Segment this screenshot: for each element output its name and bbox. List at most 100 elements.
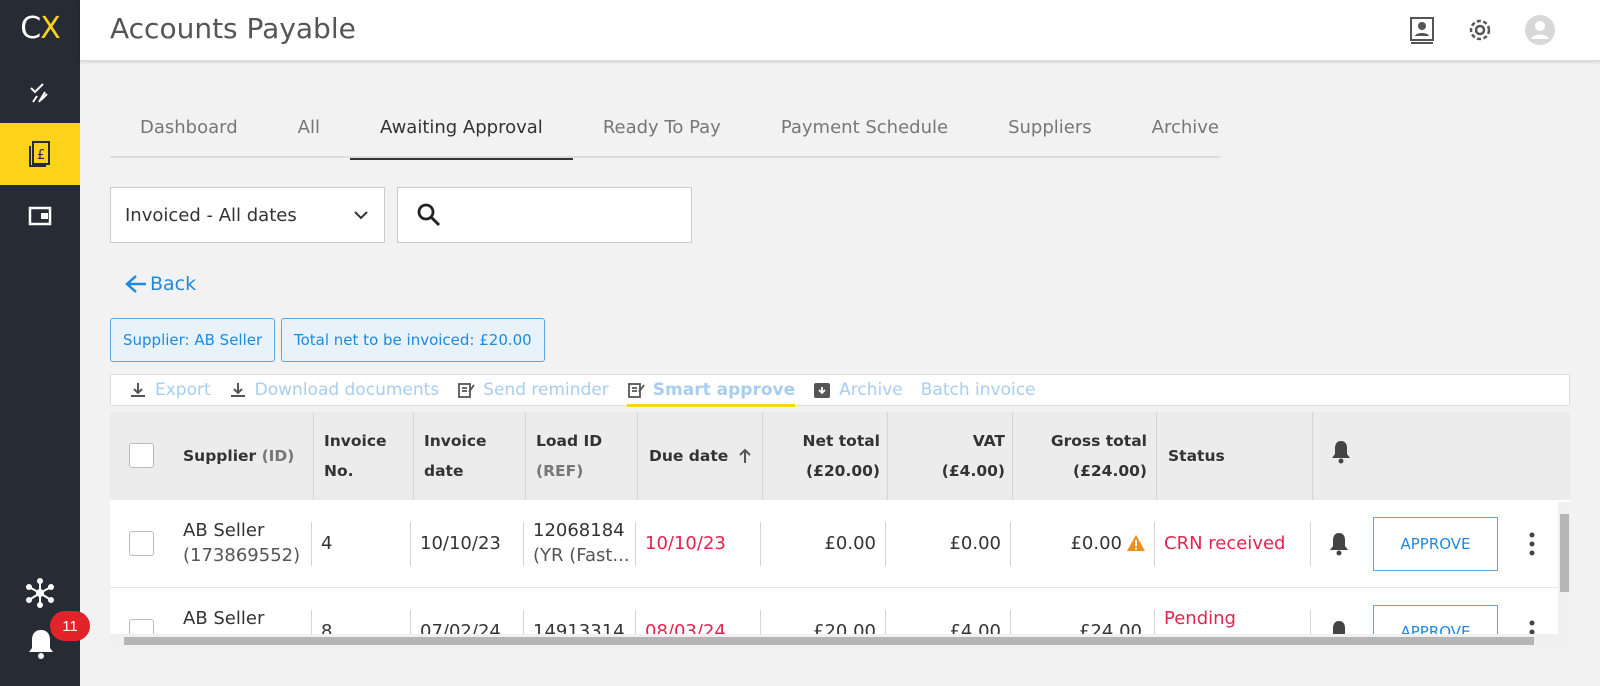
tab-archive[interactable]: Archive (1122, 104, 1249, 158)
tab-suppliers[interactable]: Suppliers (978, 104, 1122, 158)
vertical-scroll-thumb[interactable] (1560, 514, 1569, 592)
user-avatar-button[interactable] (1524, 12, 1556, 48)
date-filter-dropdown[interactable]: Invoiced - All dates (110, 187, 385, 243)
column-status[interactable]: Status (1168, 412, 1288, 500)
nav-tasks[interactable] (0, 62, 80, 124)
download-documents-button[interactable]: Download documents (229, 375, 440, 405)
edit-note-icon (458, 383, 475, 398)
column-net-total[interactable]: Net total (£20.00) (760, 412, 880, 500)
search-input[interactable] (458, 200, 678, 230)
cell-divider (410, 522, 411, 566)
search-icon (417, 203, 441, 227)
cell-divider (523, 522, 524, 566)
supplier-name: AB Seller (183, 520, 265, 541)
action-toolbar: Export Download documents Send reminder … (110, 374, 1570, 407)
table-header: Supplier (ID) Invoice No. Invoice date Loa… (110, 412, 1570, 500)
column-gross-total[interactable]: Gross total (£24.00) (1010, 412, 1147, 500)
sidebar: CX £ 11 (0, 0, 90, 686)
column-divider (525, 412, 526, 500)
table-row[interactable]: AB Seller (173869552) 4 10/10/23 1206818… (110, 500, 1560, 588)
warning-icon (1127, 535, 1145, 551)
column-due-date[interactable]: Due date (649, 412, 769, 500)
column-divider (1312, 412, 1313, 500)
top-header: Accounts Payable (80, 0, 1600, 61)
vat-amount: £0.00 (949, 533, 1001, 554)
chevron-down-icon (354, 211, 368, 220)
export-button[interactable]: Export (129, 375, 211, 405)
tab-payment-schedule[interactable]: Payment Schedule (751, 104, 978, 158)
load-id: 12068184 (533, 520, 625, 541)
invoice-pound-icon: £ (29, 141, 50, 167)
cell-divider (635, 522, 636, 566)
bell-icon[interactable] (1327, 531, 1351, 557)
load-id-header-label: Load ID (536, 432, 603, 450)
vat-header-label: VAT (972, 432, 1005, 450)
due-date-header-label: Due date (649, 447, 729, 465)
invoice-table: Supplier (ID) Invoice No. Invoice date Loa… (110, 412, 1570, 648)
row-checkbox[interactable] (129, 531, 154, 556)
nav-wallet[interactable] (0, 185, 80, 247)
gross-total-header-label: Gross total (1050, 432, 1147, 450)
supplier-id: (173869552) (183, 545, 301, 566)
more-vertical-icon[interactable] (1527, 531, 1537, 557)
load-ref-header-label: (REF) (536, 462, 584, 480)
download-documents-label: Download documents (254, 380, 440, 400)
tab-all[interactable]: All (268, 104, 350, 158)
cell-divider (760, 522, 761, 566)
column-invoice-date[interactable]: Invoice date (424, 412, 524, 500)
tab-ready-to-pay[interactable]: Ready To Pay (573, 104, 751, 158)
column-divider (413, 412, 414, 500)
select-all-checkbox[interactable] (129, 443, 154, 468)
svg-text:£: £ (37, 148, 45, 163)
contact-card-button[interactable] (1406, 12, 1438, 48)
vertical-scrollbar[interactable] (1558, 502, 1570, 634)
gross-total-sum: (£24.00) (1073, 462, 1147, 480)
send-reminder-button[interactable]: Send reminder (457, 375, 609, 405)
approve-button[interactable]: APPROVE (1373, 517, 1498, 571)
batch-invoice-button[interactable]: Batch invoice (921, 375, 1036, 405)
column-divider (762, 412, 763, 500)
invoice-no-header-line1: Invoice (324, 432, 387, 450)
notification-count-badge: 11 (50, 611, 90, 641)
network-icon (26, 578, 54, 608)
column-load-id[interactable]: Load ID (REF) (536, 412, 636, 500)
sort-arrow-up-icon (739, 448, 752, 463)
page-title: Accounts Payable (110, 12, 356, 45)
back-link[interactable]: Back (124, 270, 196, 298)
archive-box-icon (814, 383, 831, 398)
horizontal-scroll-thumb[interactable] (124, 637, 1534, 645)
wallet-icon (28, 206, 52, 226)
tab-dashboard[interactable]: Dashboard (110, 104, 268, 158)
smart-approve-button[interactable]: Smart approve (626, 374, 796, 407)
supplier-name: AB Seller (183, 608, 265, 629)
vat-sum: (£4.00) (941, 462, 1005, 480)
column-divider (1012, 412, 1013, 500)
nav-accounts-payable[interactable]: £ (0, 123, 80, 185)
cell-divider (1310, 522, 1311, 566)
logo-x: X (40, 10, 61, 46)
tab-awaiting-approval[interactable]: Awaiting Approval (349, 104, 573, 160)
smart-approve-label: Smart approve (652, 380, 796, 400)
export-label: Export (155, 380, 211, 400)
status-header-label: Status (1168, 447, 1225, 465)
arrow-left-icon (125, 275, 146, 293)
horizontal-scrollbar[interactable] (110, 634, 1570, 648)
column-invoice-no[interactable]: Invoice No. (324, 412, 414, 500)
logo-c: C (20, 10, 41, 46)
invoice-no: 4 (321, 533, 333, 554)
column-vat[interactable]: VAT (£4.00) (885, 412, 1005, 500)
search-box[interactable] (397, 187, 692, 243)
archive-button[interactable]: Archive (813, 375, 903, 405)
invoice-date-header-line1: Invoice (424, 432, 487, 450)
column-supplier[interactable]: Supplier (ID) (183, 412, 303, 500)
cell-divider (885, 522, 886, 566)
supplier-id-header-label: (ID) (261, 447, 295, 465)
settings-button[interactable] (1464, 12, 1496, 48)
total-net-chip: Total net to be invoiced: £20.00 (281, 318, 545, 362)
date-filter-value: Invoiced - All dates (125, 204, 297, 226)
avatar-icon (1525, 15, 1555, 45)
status-text: Pending (1164, 608, 1236, 629)
bell-icon (1332, 441, 1350, 464)
back-label: Back (150, 273, 197, 295)
cx-logo[interactable]: CX (0, 0, 80, 56)
